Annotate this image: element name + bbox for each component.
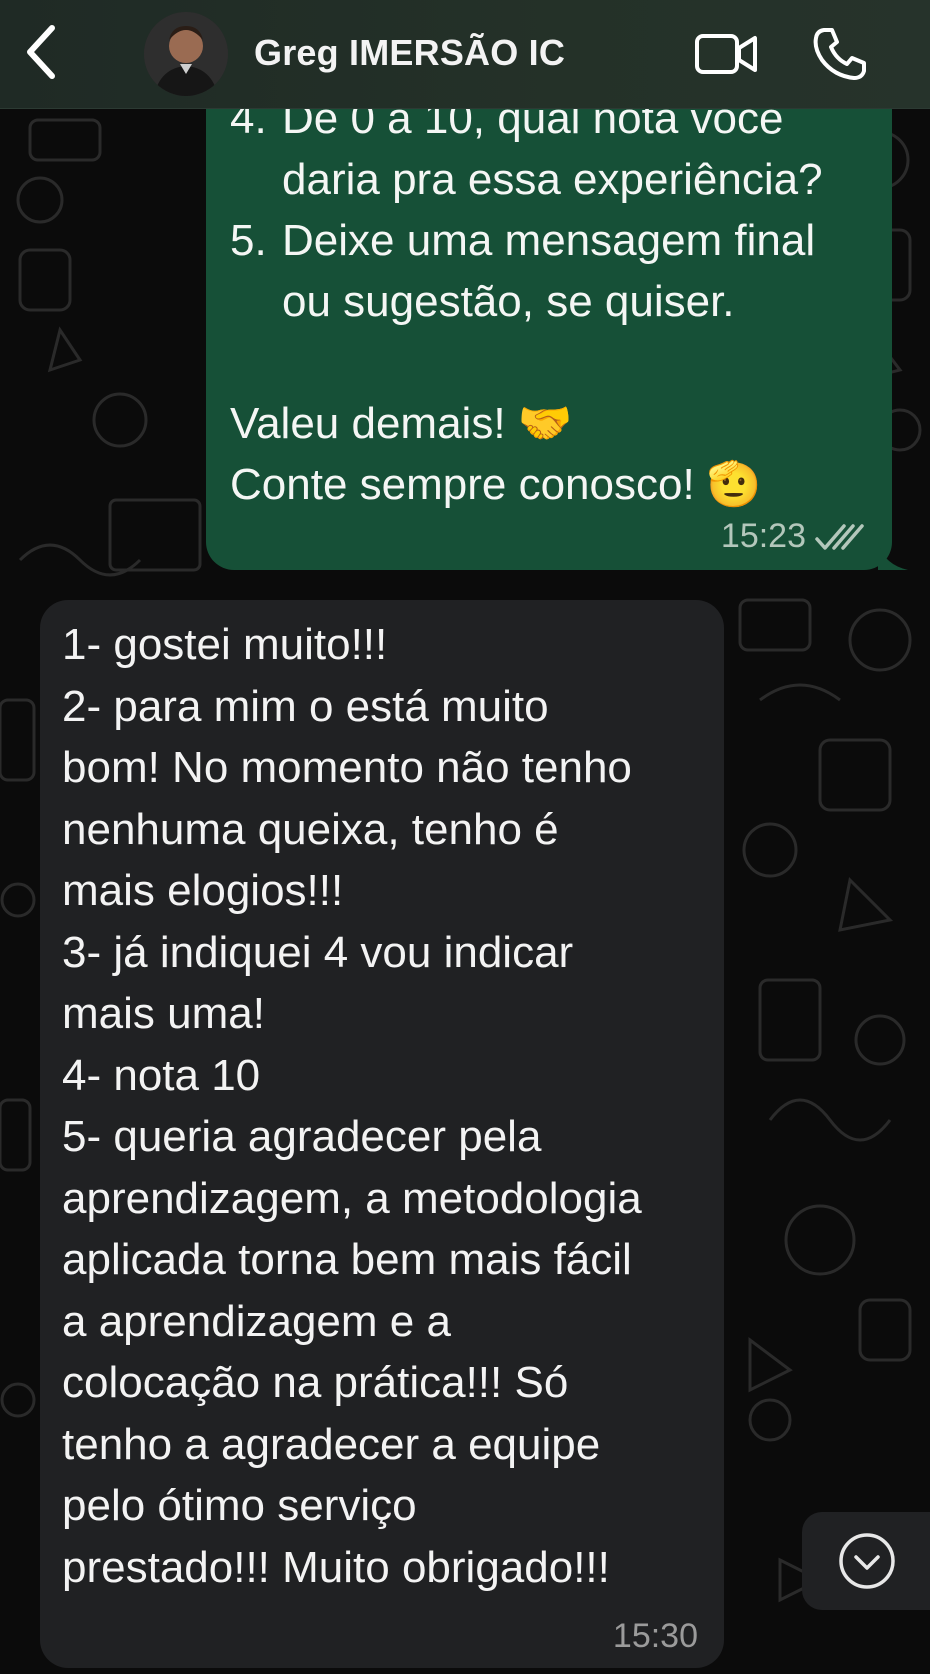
list-item: 5. Deixe uma mensagem final xyxy=(230,210,880,271)
outgoing-message-bubble[interactable]: 4. De 0 a 10, qual nota você daria pra e… xyxy=(206,60,908,570)
message-line: prestado!!! Muito obrigado!!! xyxy=(62,1542,610,1592)
message-line: mais uma! xyxy=(62,989,265,1038)
message-line: colocação na prática!!! Só xyxy=(62,1358,569,1407)
list-item: ou sugestão, se quiser. xyxy=(230,271,880,332)
back-button[interactable] xyxy=(20,22,60,82)
message-line: a aprendizagem e a xyxy=(62,1296,451,1346)
closing-line: Valeu demais! 🤝 xyxy=(230,399,573,448)
list-number: 5. xyxy=(230,216,267,265)
message-meta: 15:23 xyxy=(721,517,866,556)
incoming-message-text: 1- gostei muito!!! 2- para mim o está mu… xyxy=(62,614,722,1598)
chat-header: Greg IMERSÃO IC xyxy=(0,0,930,109)
message-line: aprendizagem, a metodologia xyxy=(62,1173,642,1223)
chevron-down-circle-icon xyxy=(839,1533,895,1589)
list-number xyxy=(230,271,282,332)
avatar[interactable] xyxy=(144,12,228,96)
message-time: 15:23 xyxy=(720,517,806,555)
message-line: 2- para mim o está muito xyxy=(62,681,549,731)
message-line: 5- queria agradecer pela xyxy=(62,1112,542,1161)
list-text: daria pra essa experiência? xyxy=(282,155,823,204)
closing-line: Conte sempre conosco! 🫡 xyxy=(230,460,762,509)
chevron-left-icon xyxy=(27,25,55,79)
video-camera-icon xyxy=(695,34,757,74)
message-line: tenho a agradecer a equipe xyxy=(62,1419,601,1469)
list-item: daria pra essa experiência? xyxy=(230,149,880,210)
bubble-tail xyxy=(878,540,908,570)
phone-icon xyxy=(813,28,866,80)
message-line: 1- gostei muito!!! xyxy=(62,620,388,669)
message-line: bom! No momento não tenho xyxy=(62,743,632,792)
message-line: nenhuma queixa, tenho é xyxy=(62,804,559,854)
message-line: aplicada torna bem mais fácil xyxy=(62,1235,632,1284)
message-line: mais elogios!!! xyxy=(62,866,344,915)
double-check-icon xyxy=(815,523,864,550)
scroll-to-bottom-button[interactable] xyxy=(802,1512,930,1610)
message-time: 15:30 xyxy=(612,1617,698,1655)
list-text: ou sugestão, se quiser. xyxy=(282,277,735,326)
message-line: 4- nota 10 xyxy=(62,1050,261,1100)
video-call-button[interactable] xyxy=(694,30,758,78)
contact-name[interactable]: Greg IMERSÃO IC xyxy=(254,32,565,74)
voice-call-button[interactable] xyxy=(812,26,868,82)
message-line: pelo ótimo serviço xyxy=(62,1481,417,1530)
list-text: Deixe uma mensagem final xyxy=(282,216,816,265)
list-number xyxy=(230,149,282,210)
incoming-message-bubble[interactable]: 1- gostei muito!!! 2- para mim o está mu… xyxy=(40,600,724,1668)
outgoing-message-text: 4. De 0 a 10, qual nota você daria pra e… xyxy=(230,88,880,515)
message-line: 3- já indiquei 4 vou indicar xyxy=(62,927,574,977)
